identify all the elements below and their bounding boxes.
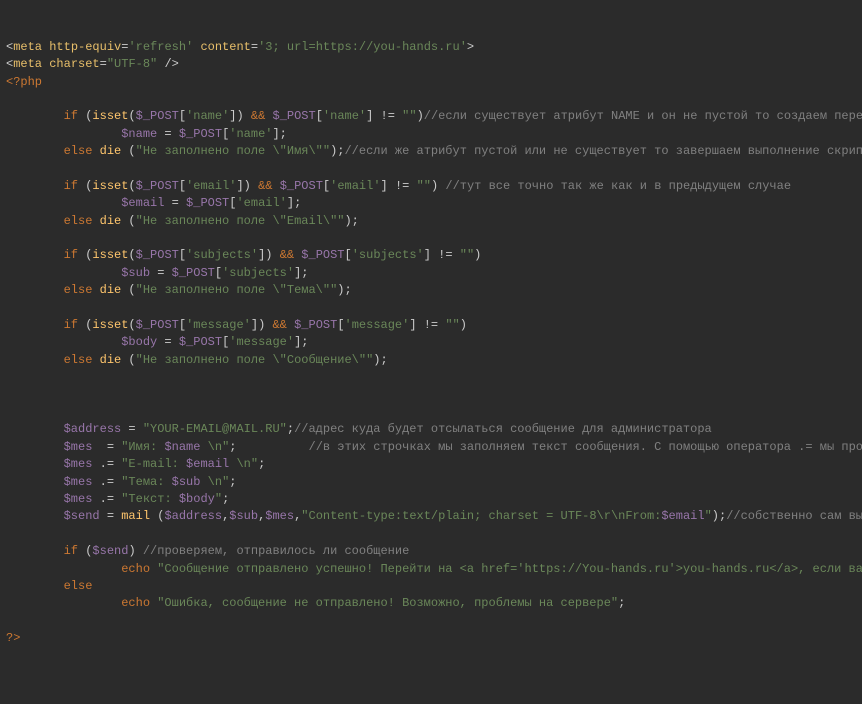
code-block: <meta http-equiv='refresh' content='3; u… [6,39,856,648]
